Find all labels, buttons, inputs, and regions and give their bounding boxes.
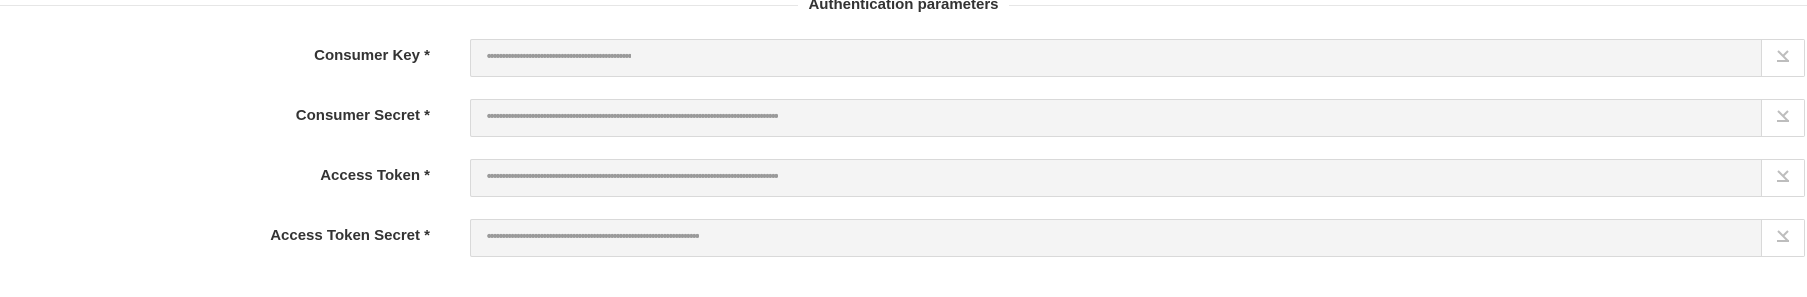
consumer-key-masked-value: ••••••••••••••••••••••••••••••••••••••••… bbox=[485, 49, 632, 65]
consumer-secret-label: Consumer Secret * bbox=[295, 107, 430, 124]
section-title: Authentication parameters bbox=[798, 0, 1009, 13]
consumer-secret-masked-value: ••••••••••••••••••••••••••••••••••••••••… bbox=[485, 109, 778, 125]
access-token-reveal-button[interactable] bbox=[1761, 160, 1804, 196]
form-row-consumer-key: Consumer Key * •••••••••••••••••••••••••… bbox=[0, 39, 1807, 77]
eye-toggle-icon bbox=[1775, 228, 1791, 249]
access-token-masked-value: ••••••••••••••••••••••••••••••••••••••••… bbox=[485, 169, 778, 185]
access-token-secret-input[interactable]: ••••••••••••••••••••••••••••••••••••••••… bbox=[470, 219, 1805, 257]
consumer-secret-reveal-button[interactable] bbox=[1761, 100, 1804, 136]
access-token-label: Access Token * bbox=[320, 167, 430, 184]
consumer-key-label: Consumer Key * bbox=[314, 47, 430, 64]
form-row-access-token: Access Token * •••••••••••••••••••••••••… bbox=[0, 159, 1807, 197]
access-token-secret-reveal-button[interactable] bbox=[1761, 220, 1804, 256]
section-title-wrapper: Authentication parameters bbox=[0, 0, 1807, 14]
eye-toggle-icon bbox=[1775, 168, 1791, 189]
consumer-key-input[interactable]: ••••••••••••••••••••••••••••••••••••••••… bbox=[470, 39, 1805, 77]
consumer-secret-input[interactable]: ••••••••••••••••••••••••••••••••••••••••… bbox=[470, 99, 1805, 137]
form-row-consumer-secret: Consumer Secret * ••••••••••••••••••••••… bbox=[0, 99, 1807, 137]
consumer-key-reveal-button[interactable] bbox=[1761, 40, 1804, 76]
form-row-access-token-secret: Access Token Secret * ••••••••••••••••••… bbox=[0, 219, 1807, 257]
eye-toggle-icon bbox=[1775, 48, 1791, 69]
eye-toggle-icon bbox=[1775, 108, 1791, 129]
access-token-input[interactable]: ••••••••••••••••••••••••••••••••••••••••… bbox=[470, 159, 1805, 197]
access-token-secret-label: Access Token Secret * bbox=[270, 227, 430, 244]
access-token-secret-masked-value: ••••••••••••••••••••••••••••••••••••••••… bbox=[485, 229, 699, 245]
